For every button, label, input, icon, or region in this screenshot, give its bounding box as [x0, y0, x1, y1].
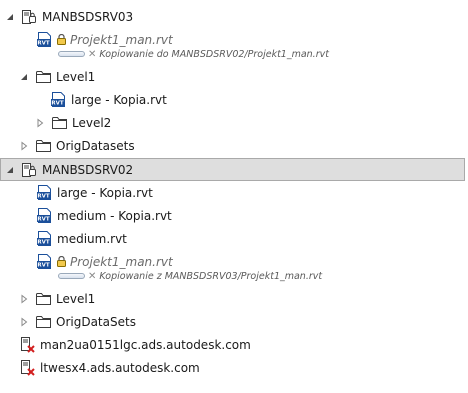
triangle-expanded-icon[interactable] — [5, 12, 15, 22]
copy-status: ✕ Kopiowanie z MANBSDSRV03/Projekt1_man.… — [58, 269, 322, 283]
rvt-file-icon — [36, 230, 53, 247]
folder-icon — [35, 68, 52, 85]
progress-bar — [58, 51, 85, 57]
rvt-file-icon — [50, 91, 67, 108]
triangle-expanded-icon[interactable] — [19, 72, 29, 82]
node-label: ltwesx4.ads.autodesk.com — [40, 360, 200, 375]
lock-icon — [57, 34, 66, 45]
node-label: medium.rvt — [57, 231, 127, 246]
triangle-collapsed-icon[interactable] — [35, 118, 45, 128]
triangle-collapsed-icon[interactable] — [19, 141, 29, 151]
tree-node-folder-origdatasets[interactable]: OrigDataSets — [0, 310, 468, 333]
tree-node-folder-level2[interactable]: Level2 — [0, 111, 468, 134]
copy-status-text: Kopiowanie z MANBSDSRV03/Projekt1_man.rv… — [99, 270, 323, 282]
tree-node-file-large-kopia[interactable]: large - Kopia.rvt — [0, 88, 468, 111]
folder-icon — [51, 114, 68, 131]
rvt-file-icon — [36, 31, 53, 48]
triangle-collapsed-icon[interactable] — [19, 317, 29, 327]
copy-status-text: Kopiowanie do MANBSDSRV02/Projekt1_man.r… — [99, 48, 329, 60]
node-label: Projekt1_man.rvt — [70, 32, 173, 47]
rvt-file-icon — [36, 207, 53, 224]
server-offline-icon — [19, 336, 36, 353]
tree-node-folder-level1[interactable]: Level1 — [0, 287, 468, 310]
node-label: Level1 — [56, 69, 96, 84]
server-offline-icon — [19, 359, 36, 376]
tree-node-host-ltwesx4[interactable]: ltwesx4.ads.autodesk.com — [0, 356, 468, 379]
server-icon — [21, 8, 38, 25]
server-icon — [21, 161, 38, 178]
rvt-file-icon — [36, 184, 53, 201]
node-label: large - Kopia.rvt — [71, 92, 167, 107]
node-label: OrigDataSets — [56, 314, 136, 329]
progress-bar — [58, 273, 85, 279]
tree-node-file-large-kopia[interactable]: large - Kopia.rvt — [0, 181, 468, 204]
copy-status: ✕ Kopiowanie do MANBSDSRV02/Projekt1_man… — [58, 47, 329, 61]
node-label: Projekt1_man.rvt — [70, 254, 173, 269]
tree-node-folder-level1[interactable]: Level1 — [0, 65, 468, 88]
node-label: OrigDatasets — [56, 138, 135, 153]
rvt-file-icon — [36, 253, 53, 270]
tree-node-host-man2ua0151lgc[interactable]: man2ua0151lgc.ads.autodesk.com — [0, 333, 468, 356]
node-label: medium - Kopia.rvt — [57, 208, 172, 223]
node-label: MANBSDSRV02 — [42, 162, 134, 177]
cancel-copy-icon[interactable]: ✕ — [88, 49, 96, 60]
triangle-expanded-icon[interactable] — [5, 165, 15, 175]
node-label: MANBSDSRV03 — [42, 9, 134, 24]
node-label: man2ua0151lgc.ads.autodesk.com — [40, 337, 251, 352]
triangle-collapsed-icon[interactable] — [19, 294, 29, 304]
node-label: Level1 — [56, 291, 96, 306]
tree-node-file-medium[interactable]: medium.rvt — [0, 227, 468, 250]
tree-node-server-manbsdsrv03[interactable]: MANBSDSRV03 — [0, 5, 468, 28]
node-label: Level2 — [72, 115, 112, 130]
folder-icon — [35, 313, 52, 330]
tree-node-server-manbsdsrv02[interactable]: MANBSDSRV02 — [0, 158, 465, 181]
cancel-copy-icon[interactable]: ✕ — [88, 271, 96, 282]
folder-icon — [35, 137, 52, 154]
tree-node-file-medium-kopia[interactable]: medium - Kopia.rvt — [0, 204, 468, 227]
node-label: large - Kopia.rvt — [57, 185, 153, 200]
lock-icon — [57, 256, 66, 267]
folder-icon — [35, 290, 52, 307]
tree-node-folder-origdatasets[interactable]: OrigDatasets — [0, 134, 468, 157]
